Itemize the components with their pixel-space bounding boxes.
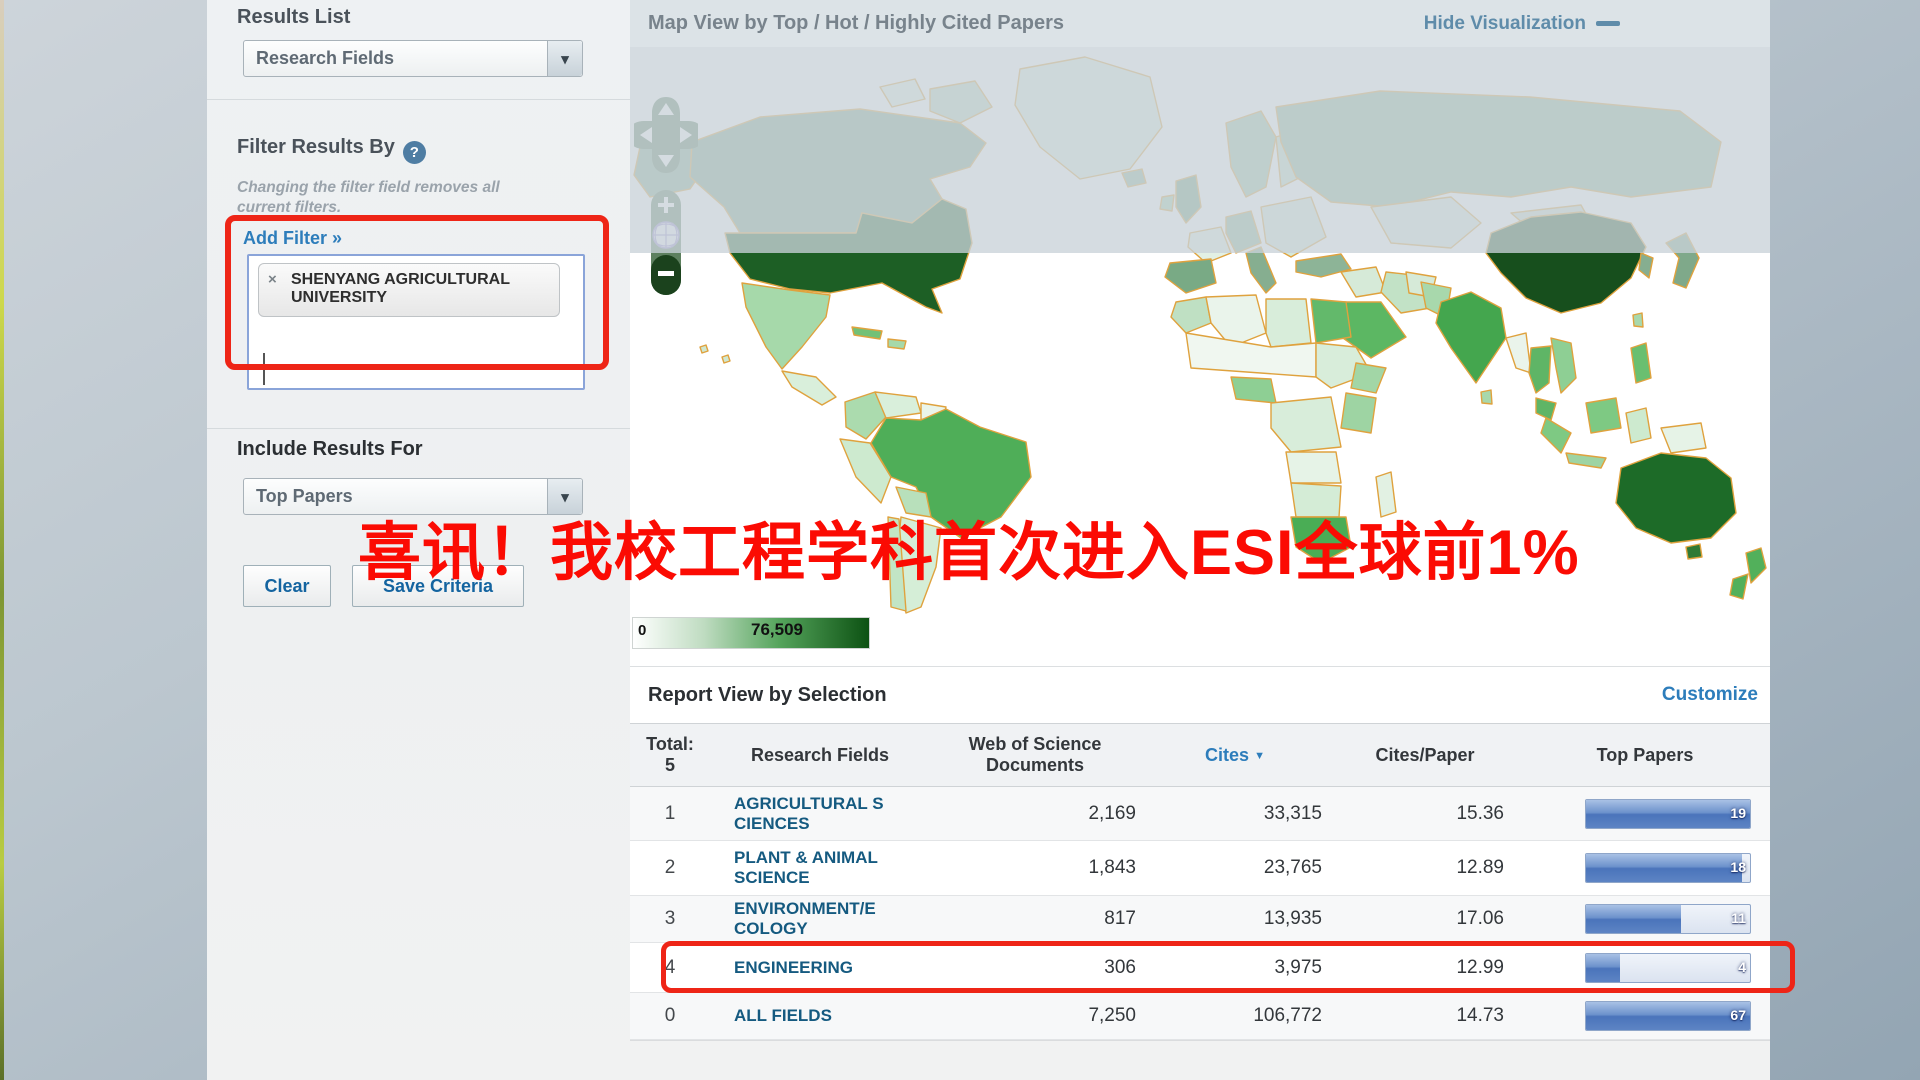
- legend-max: 76,509: [751, 620, 803, 640]
- slide-edge-decoration: [0, 0, 4, 1080]
- sort-desc-icon: ▼: [1254, 750, 1265, 762]
- top-papers-bar: 11: [1585, 904, 1751, 934]
- top-papers-bar: 18: [1585, 853, 1751, 883]
- table-row[interactable]: 1 AGRICULTURAL SCIENCES 2,169 33,315 15.…: [630, 787, 1770, 841]
- row-rank: 2: [630, 857, 710, 879]
- map-view-title: Map View by Top / Hot / Highly Cited Pap…: [648, 12, 1064, 35]
- row-rank: 3: [630, 908, 710, 930]
- chevron-down-icon[interactable]: ▾: [547, 41, 582, 76]
- cites-per-paper-value: 12.89: [1330, 857, 1520, 879]
- help-icon[interactable]: ?: [403, 141, 426, 164]
- filter-results-heading: Filter Results By?: [237, 136, 426, 164]
- slide-background: Results List Research Fields ▾ Filter Re…: [0, 0, 1920, 1080]
- sidebar-divider: [207, 99, 630, 100]
- column-header-cites-per-paper[interactable]: Cites/Paper: [1330, 745, 1520, 766]
- table-row[interactable]: 0 ALL FIELDS 7,250 106,772 14.73 67: [630, 993, 1770, 1040]
- column-header-research-fields[interactable]: Research Fields: [710, 745, 930, 766]
- documents-value: 7,250: [930, 1005, 1140, 1027]
- engineering-row-highlight-box: [661, 941, 1795, 993]
- panel-footer-area: [630, 1040, 1770, 1080]
- row-rank: 1: [630, 803, 710, 825]
- top-papers-count: 67: [1730, 1007, 1746, 1023]
- column-header-documents[interactable]: Web of Science Documents: [930, 734, 1140, 775]
- field-link[interactable]: ALL FIELDS: [734, 1006, 886, 1026]
- include-results-heading: Include Results For: [237, 438, 423, 461]
- sidebar-divider: [207, 428, 630, 429]
- cites-value: 33,315: [1140, 803, 1330, 825]
- total-header: Total: 5: [630, 734, 710, 775]
- top-papers-bar: 19: [1585, 799, 1751, 829]
- cites-value: 23,765: [1140, 857, 1330, 879]
- filter-hint-text: Changing the filter field removes all cu…: [237, 178, 537, 218]
- top-papers-count: 11: [1731, 910, 1746, 926]
- field-link[interactable]: ENVIRONMENT/ECOLOGY: [734, 899, 886, 938]
- column-header-cites[interactable]: Cites ▼: [1140, 745, 1330, 766]
- total-count: 5: [630, 755, 710, 776]
- map-gray-overlay: [630, 47, 1770, 253]
- cites-value: 13,935: [1140, 908, 1330, 930]
- documents-value: 2,169: [930, 803, 1140, 825]
- map-view-header: Map View by Top / Hot / Highly Cited Pap…: [630, 0, 1770, 47]
- documents-value: 817: [930, 908, 1140, 930]
- field-link[interactable]: PLANT & ANIMAL SCIENCE: [734, 848, 886, 887]
- cites-per-paper-value: 17.06: [1330, 908, 1520, 930]
- legend-min: 0: [638, 622, 646, 639]
- cites-value: 106,772: [1140, 1005, 1330, 1027]
- results-list-heading: Results List: [237, 6, 350, 29]
- map-color-legend: 0 76,509: [632, 617, 870, 649]
- column-header-top-papers[interactable]: Top Papers: [1520, 745, 1770, 766]
- customize-link[interactable]: Customize: [1662, 684, 1758, 706]
- cites-per-paper-value: 14.73: [1330, 1005, 1520, 1027]
- top-papers-count: 19: [1730, 805, 1746, 821]
- announcement-banner: 喜讯！我校工程学科首次进入ESI全球前1%: [358, 502, 1580, 593]
- minus-icon: [1596, 21, 1620, 26]
- field-link[interactable]: AGRICULTURAL SCIENCES: [734, 794, 886, 833]
- report-view-title: Report View by Selection: [648, 684, 887, 707]
- top-papers-count: 18: [1730, 859, 1746, 875]
- table-row[interactable]: 2 PLANT & ANIMAL SCIENCE 1,843 23,765 12…: [630, 841, 1770, 896]
- clear-button[interactable]: Clear: [243, 565, 331, 607]
- report-view-header: Report View by Selection Customize: [630, 667, 1770, 723]
- hide-visualization-link[interactable]: Hide Visualization: [1424, 13, 1620, 35]
- results-list-select[interactable]: Research Fields ▾: [243, 40, 583, 77]
- table-header-row: Total: 5 Research Fields Web of Science …: [630, 723, 1770, 787]
- table-row[interactable]: 3 ENVIRONMENT/ECOLOGY 817 13,935 17.06 1…: [630, 896, 1770, 943]
- results-list-value: Research Fields: [256, 48, 394, 69]
- documents-value: 1,843: [930, 857, 1140, 879]
- include-results-value: Top Papers: [256, 486, 353, 507]
- row-rank: 0: [630, 1005, 710, 1027]
- cites-per-paper-value: 15.36: [1330, 803, 1520, 825]
- filter-highlight-box: [225, 215, 609, 370]
- top-papers-bar: 67: [1585, 1001, 1751, 1031]
